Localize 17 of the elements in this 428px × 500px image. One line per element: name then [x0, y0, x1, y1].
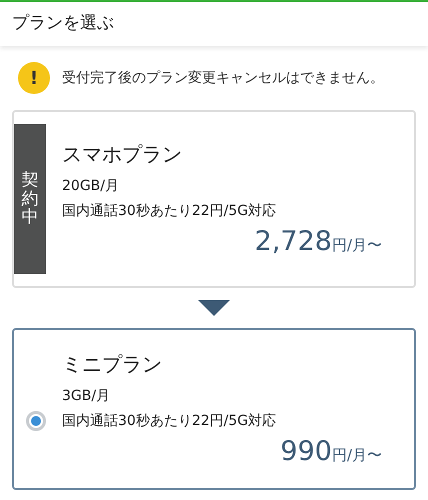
plan-data: 3GB/月 [62, 387, 112, 406]
plan-price: 2,728 [254, 226, 332, 258]
radio-button[interactable] [26, 411, 46, 431]
plan-price: 990 [280, 436, 332, 468]
plan-name: スマホプラン [62, 141, 183, 168]
plan-name: ミニプラン [62, 351, 163, 378]
plan-detail: 国内通話30秒あたり22円/5G対応 [62, 202, 278, 221]
price-unit: 円/月〜 [332, 445, 382, 466]
notice-text: 受付完了後のプラン変更キャンセルはできません。 [62, 68, 384, 88]
current-badge: 契約中 [14, 124, 46, 274]
plan-data: 20GB/月 [62, 177, 120, 196]
warning-icon: ! [18, 62, 50, 94]
price-unit: 円/月〜 [332, 235, 382, 256]
plan-card[interactable]: ミニプラン 3GB/月 国内通話30秒あたり22円/5G対応 990円/月〜 [12, 328, 416, 490]
page-title: プランを選ぶ [12, 12, 114, 36]
plan-detail: 国内通話30秒あたり22円/5G対応 [62, 412, 278, 431]
down-arrow-icon [198, 300, 230, 316]
